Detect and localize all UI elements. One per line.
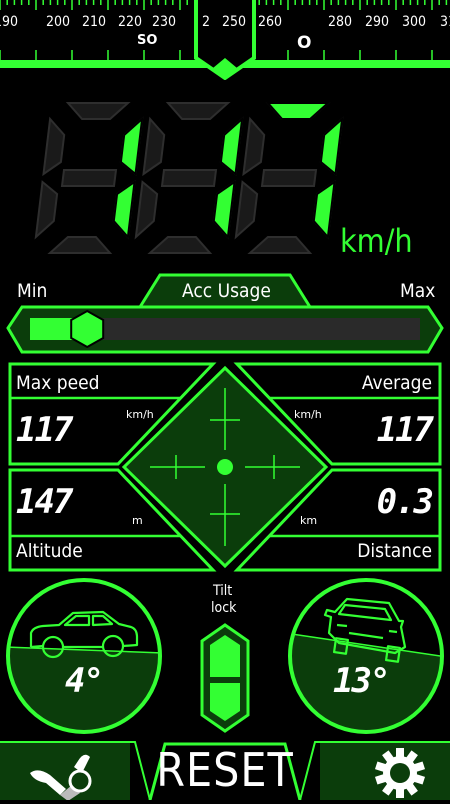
speed-digit-1-ghost-f	[42, 116, 66, 177]
speedometer-screen: 190 200 210 220 230 2 250 260 280 290 30…	[0, 0, 450, 801]
distance-value: 0.3	[376, 482, 434, 522]
pitch-value: 13°	[333, 661, 390, 701]
speed-digit-1-ghost-d	[47, 236, 113, 254]
stats-grid: Max peed 117 km/h Average 117 km/h 147 m…	[0, 360, 450, 575]
tilt-lock-label-1: Tilt	[213, 583, 233, 599]
speed-unit: km/h	[340, 222, 413, 260]
altitude-label: Altitude	[16, 540, 83, 562]
speed-digit-3-segment-b	[319, 116, 344, 176]
roll-value: 4°	[65, 661, 104, 701]
speed-digit-3-ghost-e	[234, 180, 259, 240]
compass-label-220: 220	[118, 14, 143, 30]
gauge-needle-icon	[30, 754, 92, 801]
acc-usage-panel: Acc Usage Min Max	[0, 270, 450, 360]
compass-strip: 190 200 210 220 230 2 250 260 280 290 30…	[0, 0, 450, 80]
compass-label-300: 300	[402, 14, 427, 30]
speed-digit-1-ghost-g	[60, 169, 118, 187]
gear-icon	[374, 748, 426, 798]
distance-unit: km	[300, 514, 318, 527]
compass-label-280: 280	[328, 14, 353, 30]
settings-button[interactable]	[372, 745, 428, 800]
speed-digit-2-ghost-f	[142, 116, 166, 177]
average-value: 117	[376, 410, 434, 450]
speed-digit-3-segment-a	[265, 102, 331, 120]
acc-min-label: Min	[17, 280, 48, 302]
speed-digit-2-ghost-e	[134, 180, 159, 240]
gauge-button[interactable]	[20, 745, 100, 801]
altitude-value: 147	[16, 482, 73, 522]
tilt-lock[interactable]: Tilt lock	[196, 583, 254, 733]
speed-digit-1-segment-c	[112, 179, 136, 240]
speed-digit-3-ghost-g	[260, 169, 318, 187]
compass-label-190: 190	[0, 14, 19, 30]
compass-heading: 250	[222, 14, 247, 30]
speed-digit-3-segment-c	[312, 179, 336, 240]
speed-digit-2-ghost-d	[147, 236, 213, 254]
altitude-unit: m	[132, 514, 143, 527]
roll-gauge: 4°	[3, 575, 165, 737]
max-speed-label: Max peed	[16, 372, 100, 394]
acc-usage-title: Acc Usage	[182, 280, 271, 302]
speed-digit-2-ghost-a	[165, 102, 231, 120]
speed-display: 117	[30, 95, 350, 265]
speed-digit-2-ghost-g	[160, 169, 218, 187]
distance-label: Distance	[357, 540, 432, 562]
max-speed-value: 117	[16, 410, 73, 450]
compass-label-310: 310	[440, 14, 450, 30]
speed-digit-1-segment-b	[119, 116, 144, 176]
compass-marker-so: SO	[137, 33, 158, 48]
compass-label-210: 210	[82, 14, 107, 30]
compass-label-partial: 2	[202, 14, 211, 30]
speed-digit-3-ghost-f	[242, 116, 266, 177]
pitch-gauge: 13°	[285, 575, 447, 737]
compass-marker-o: O	[297, 33, 312, 53]
average-unit: km/h	[294, 408, 322, 421]
max-speed-unit: km/h	[126, 408, 154, 421]
speed-digit-2-segment-b	[219, 116, 244, 176]
acc-usage-slider[interactable]	[30, 310, 420, 348]
speed-digit-3-ghost-d	[247, 236, 313, 254]
average-label: Average	[361, 372, 432, 394]
tilt-lock-label-2: lock	[211, 600, 237, 616]
compass-label-200: 200	[46, 14, 71, 30]
acc-max-label: Max	[400, 280, 436, 302]
compass-label-230: 230	[152, 14, 177, 30]
compass-label-290: 290	[365, 14, 390, 30]
speed-digit-2-segment-c	[212, 179, 236, 240]
compass-label-260: 260	[258, 14, 283, 30]
speed-digit-1-ghost-a	[65, 102, 131, 120]
speed-digit-1-ghost-e	[34, 180, 59, 240]
reset-button[interactable]: RESET	[150, 740, 300, 800]
